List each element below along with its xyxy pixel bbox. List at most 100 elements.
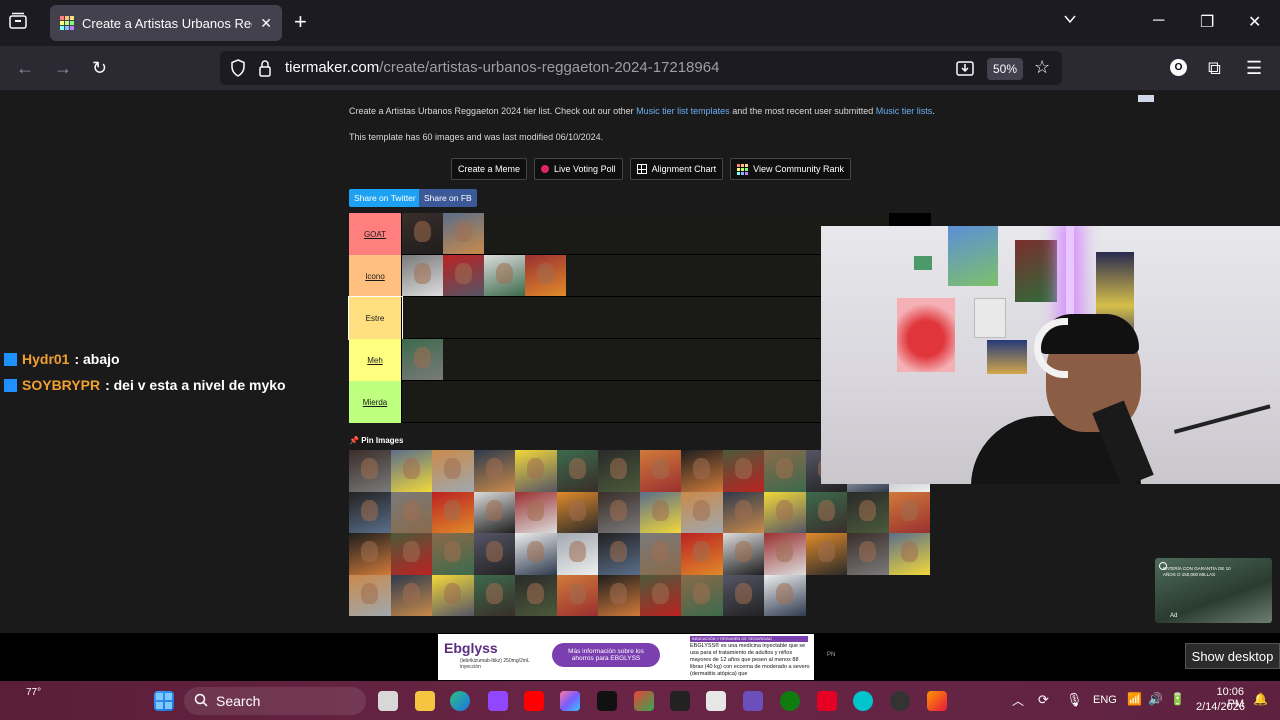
shield-icon[interactable] (230, 59, 246, 82)
create-meme-button[interactable]: Create a Meme (451, 158, 528, 180)
capcut-icon[interactable] (670, 691, 690, 711)
lock-icon[interactable] (258, 59, 272, 82)
artist-thumbnail[interactable] (349, 533, 391, 575)
live-voting-poll-button[interactable]: Live Voting Poll (534, 158, 623, 180)
minimize-icon[interactable]: ─ (1153, 12, 1164, 30)
chevron-down-icon[interactable] (1063, 12, 1077, 31)
artist-thumbnail[interactable] (402, 339, 443, 380)
artist-thumbnail[interactable] (598, 450, 640, 492)
artist-thumbnail[interactable] (390, 450, 432, 492)
artist-thumbnail[interactable] (598, 574, 640, 616)
artist-thumbnail[interactable] (847, 533, 889, 575)
artist-thumbnail[interactable] (556, 491, 598, 533)
url-text[interactable]: tiermaker.com/create/artistas-urbanos-re… (285, 59, 719, 76)
extensions-icon[interactable]: ⧉ (1208, 58, 1221, 79)
back-icon[interactable]: ← (16, 58, 34, 79)
artist-thumbnail[interactable] (432, 491, 474, 533)
artist-thumbnail[interactable] (349, 574, 391, 616)
close-window-icon[interactable]: ✕ (1248, 12, 1261, 32)
artist-thumbnail[interactable] (764, 533, 806, 575)
restore-icon[interactable]: ❐ (1200, 12, 1214, 32)
tier-label[interactable]: Mierda (349, 381, 402, 423)
artist-thumbnail[interactable] (473, 450, 515, 492)
tier-label[interactable]: GOAT (349, 213, 402, 255)
artist-thumbnail[interactable] (432, 574, 474, 616)
view-community-rank-button[interactable]: View Community Rank (730, 158, 851, 180)
artist-thumbnail[interactable] (556, 574, 598, 616)
artist-thumbnail[interactable] (390, 533, 432, 575)
address-bar[interactable]: tiermaker.com/create/artistas-urbanos-re… (220, 51, 1062, 85)
artist-thumbnail[interactable] (681, 533, 723, 575)
notification-icon[interactable]: 🔔 (1253, 692, 1268, 706)
artist-thumbnail[interactable] (484, 255, 525, 296)
artist-thumbnail[interactable] (639, 533, 681, 575)
wifi-icon[interactable]: 📶 (1127, 692, 1142, 706)
artist-thumbnail[interactable] (390, 574, 432, 616)
artist-thumbnail[interactable] (515, 450, 557, 492)
copilot-icon[interactable] (560, 691, 580, 711)
twitch-icon[interactable] (488, 691, 508, 711)
artist-thumbnail[interactable] (402, 213, 443, 254)
list-all-tabs-icon[interactable] (8, 12, 32, 34)
artist-thumbnail[interactable] (473, 533, 515, 575)
tier-label[interactable]: Meh (349, 339, 402, 381)
artist-thumbnail[interactable] (888, 491, 930, 533)
banner-ad[interactable]: Ebglyss (lebrikizumab-lbkz) 250mg/2mL in… (438, 634, 814, 680)
battery-icon[interactable]: 🔋 (1170, 692, 1185, 706)
tier-label[interactable]: Icono (349, 255, 402, 297)
new-tab-icon[interactable]: + (294, 11, 307, 33)
artist-thumbnail[interactable] (432, 533, 474, 575)
store-icon[interactable] (706, 691, 726, 711)
reload-icon[interactable]: ↻ (92, 58, 107, 79)
artist-thumbnail[interactable] (556, 533, 598, 575)
settings-corner[interactable] (889, 213, 931, 227)
weather-widget[interactable]: 77° (26, 687, 41, 698)
clock-date[interactable]: 2/14/2026 (1196, 701, 1245, 713)
ad-video-player[interactable]: BATERÍA CON GARANTÍA DE 10 AÑOS O 150,00… (1155, 558, 1272, 623)
artist-thumbnail[interactable] (473, 491, 515, 533)
artist-thumbnail[interactable] (639, 491, 681, 533)
artist-thumbnail[interactable] (349, 450, 391, 492)
tiktok-icon[interactable] (597, 691, 617, 711)
tier-label[interactable]: Estre (348, 296, 403, 340)
browser-tab[interactable]: Create a Artistas Urbanos Regga ✕ (50, 5, 282, 41)
artist-thumbnail[interactable] (402, 255, 443, 296)
artist-thumbnail[interactable] (639, 450, 681, 492)
artist-thumbnail[interactable] (805, 491, 847, 533)
sync-icon[interactable]: ⟳ (1038, 692, 1049, 708)
artist-thumbnail[interactable] (525, 255, 566, 296)
obs-icon[interactable] (743, 691, 763, 711)
artist-thumbnail[interactable] (847, 491, 889, 533)
artist-thumbnail[interactable] (515, 533, 557, 575)
taskbar-search[interactable]: Search (184, 687, 366, 715)
artist-thumbnail[interactable] (722, 491, 764, 533)
firefox-icon[interactable] (927, 691, 947, 711)
artist-thumbnail[interactable] (805, 533, 847, 575)
share-twitter-button[interactable]: Share on Twitter (349, 189, 421, 207)
pinterest-icon[interactable] (817, 691, 837, 711)
artist-thumbnail[interactable] (764, 450, 806, 492)
artist-thumbnail[interactable] (390, 491, 432, 533)
share-fb-button[interactable]: Share on FB (419, 189, 477, 207)
ad-info-icon[interactable] (1159, 562, 1167, 570)
language-indicator[interactable]: ENG (1093, 694, 1117, 706)
artist-thumbnail[interactable] (515, 574, 557, 616)
artist-thumbnail[interactable] (722, 533, 764, 575)
artist-thumbnail[interactable] (349, 491, 391, 533)
file-explorer-icon[interactable] (415, 691, 435, 711)
artist-thumbnail[interactable] (473, 574, 515, 616)
xbox-icon[interactable] (780, 691, 800, 711)
artist-thumbnail[interactable] (432, 450, 474, 492)
artist-thumbnail[interactable] (681, 574, 723, 616)
tray-expand-icon[interactable]: ︿ (1012, 692, 1024, 709)
artist-thumbnail[interactable] (888, 533, 930, 575)
canva-icon[interactable] (853, 691, 873, 711)
gmail-icon[interactable] (634, 691, 654, 711)
microphone-icon[interactable]: 🎙 (1066, 692, 1083, 708)
artist-thumbnail[interactable] (443, 213, 484, 254)
artist-thumbnail[interactable] (722, 450, 764, 492)
music-templates-link[interactable]: Music tier list templates (636, 106, 730, 116)
ad-cta-button[interactable]: Más información sobre los ahorros para E… (552, 643, 660, 667)
save-page-icon[interactable] (956, 59, 974, 82)
account-avatar-icon[interactable]: O (1170, 59, 1187, 76)
